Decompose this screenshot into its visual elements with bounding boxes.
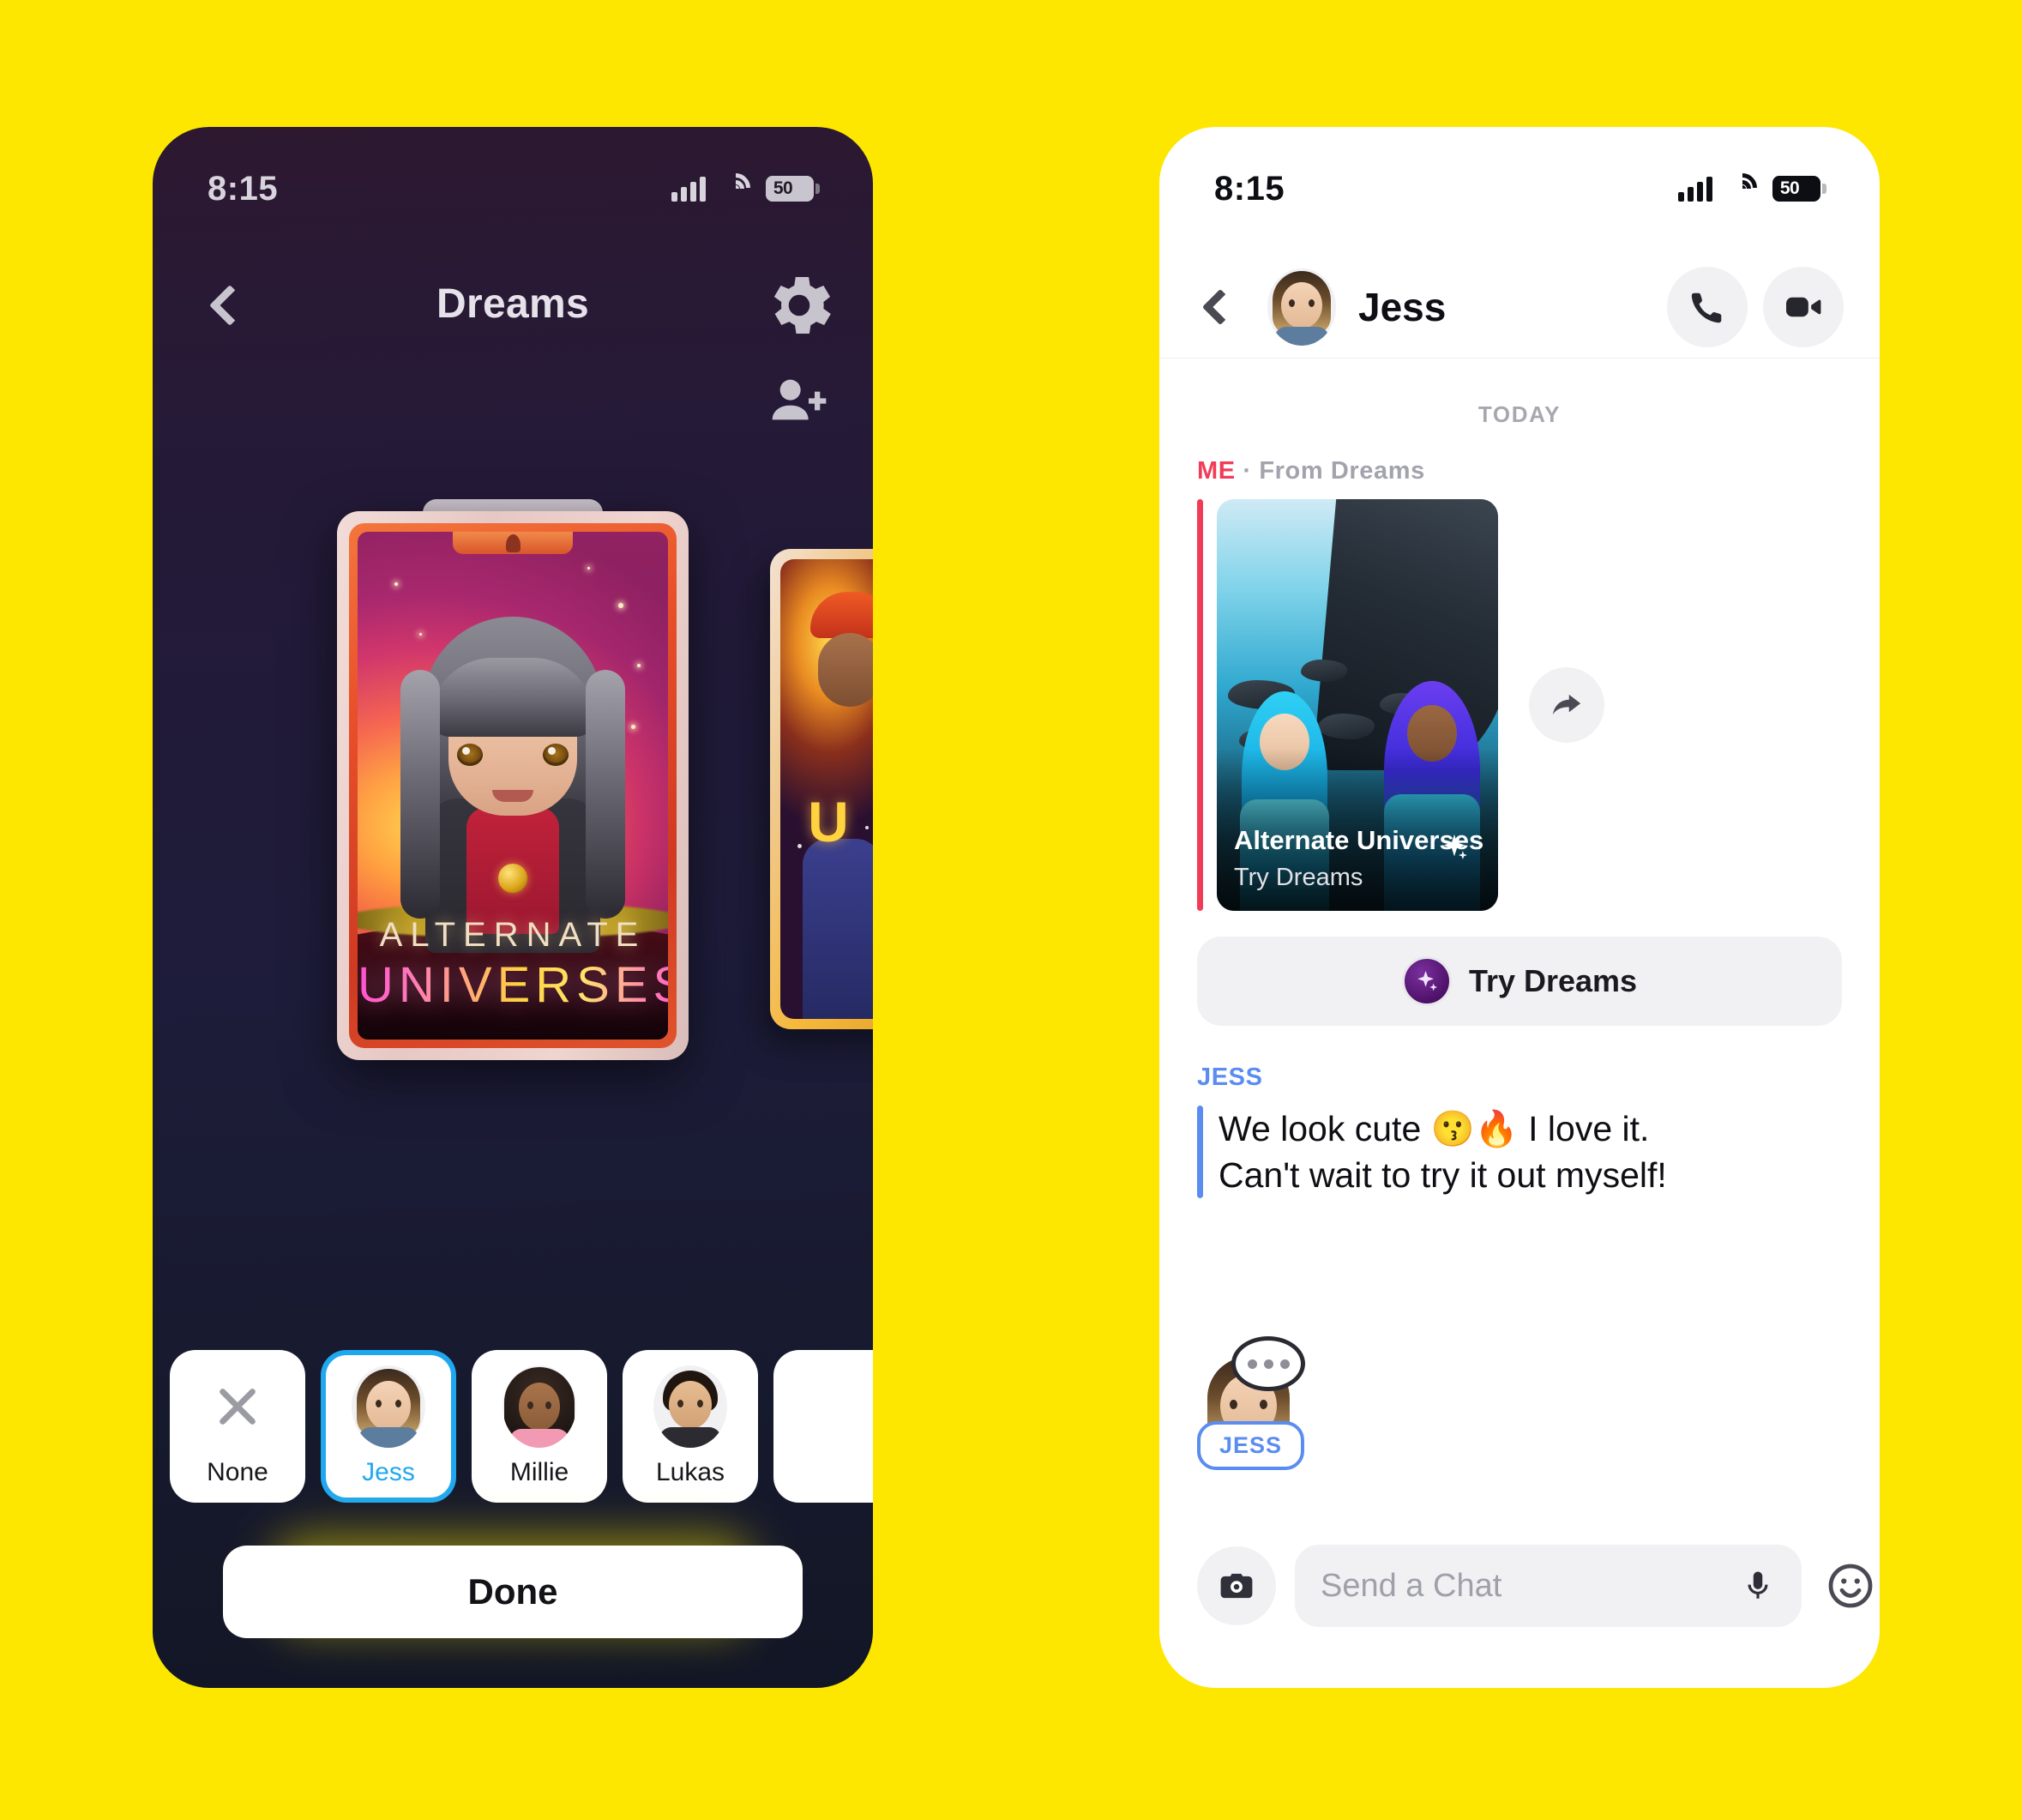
received-message-block: JESS We look cute 😗🔥 I love it. Can't wa… bbox=[1197, 1064, 1842, 1199]
received-message-row: We look cute 😗🔥 I love it. Can't wait to… bbox=[1197, 1106, 1842, 1199]
card-notch bbox=[453, 532, 573, 554]
friend-tile-lukas[interactable]: Lukas bbox=[623, 1350, 758, 1503]
message-line-1: We look cute 😗🔥 I love it. bbox=[1219, 1109, 1650, 1148]
received-message-sender-line: JESS bbox=[1197, 1064, 1842, 1092]
friend-tile-jess[interactable]: Jess bbox=[321, 1350, 456, 1503]
message-accent-bar bbox=[1197, 499, 1203, 911]
message-line-2: Can't wait to try it out myself! bbox=[1219, 1155, 1667, 1196]
sender-separator: · bbox=[1243, 457, 1252, 485]
friend-tile-label: None bbox=[207, 1458, 268, 1486]
back-button[interactable] bbox=[1190, 273, 1250, 341]
next-card-art: U bbox=[780, 559, 873, 1019]
shared-dream-image[interactable]: Alternate Universes Try Dreams bbox=[1217, 499, 1498, 911]
typing-name-pill: JESS bbox=[1197, 1421, 1305, 1470]
card-title-line2: UNIVERSES bbox=[358, 957, 668, 1013]
voice-call-button[interactable] bbox=[1667, 266, 1748, 347]
status-bar: 8:15 50 bbox=[153, 127, 873, 221]
wifi-icon bbox=[1721, 166, 1764, 209]
x-icon bbox=[215, 1384, 260, 1429]
page-title: Dreams bbox=[436, 280, 589, 327]
chat-message-list: TODAY ME · From Dreams Alternate Univers… bbox=[1159, 360, 1880, 1491]
next-card-title-fragment: U bbox=[808, 790, 849, 853]
gear-icon bbox=[773, 277, 831, 334]
battery-level: 50 bbox=[768, 176, 797, 202]
received-message-text: We look cute 😗🔥 I love it. Can't wait to… bbox=[1219, 1106, 1667, 1198]
message-accent-bar bbox=[1197, 1106, 1203, 1199]
card-title-line1: ALTERNATE bbox=[379, 916, 647, 954]
try-dreams-label: Try Dreams bbox=[1468, 963, 1638, 998]
friend-selector-strip[interactable]: None Jess Millie Lukas bbox=[153, 1345, 873, 1508]
avatar bbox=[502, 1365, 576, 1448]
day-separator: TODAY bbox=[1477, 401, 1562, 427]
avatar bbox=[653, 1365, 727, 1448]
try-dreams-button[interactable]: Try Dreams bbox=[1197, 937, 1842, 1026]
video-camera-icon bbox=[1786, 297, 1821, 316]
share-arrow-icon bbox=[1552, 694, 1581, 714]
screenshot-canvas: 8:15 50 Dreams U ALTERNATE UNIVERSES Non… bbox=[0, 0, 2022, 1820]
avatar bbox=[352, 1365, 425, 1448]
left-phone-dreams-screen: 8:15 50 Dreams U ALTERNATE UNIVERSES Non… bbox=[153, 127, 873, 1688]
microphone-icon[interactable] bbox=[1740, 1568, 1776, 1604]
media-title: Alternate Universes bbox=[1234, 825, 1484, 855]
sender-jess-label: JESS bbox=[1197, 1064, 1263, 1091]
friend-tile-none[interactable]: None bbox=[170, 1350, 305, 1503]
status-time: 8:15 bbox=[208, 169, 279, 208]
add-person-icon bbox=[772, 379, 827, 420]
card-frame: ALTERNATE UNIVERSES bbox=[337, 511, 689, 1060]
sent-message-sender-line: ME · From Dreams bbox=[1197, 457, 1842, 485]
battery-level: 50 bbox=[1775, 176, 1804, 202]
share-button[interactable] bbox=[1529, 667, 1604, 743]
settings-button[interactable] bbox=[760, 266, 839, 345]
right-phone-chat-screen: 8:15 50 Jess TODAY ME · From Dreams Alte… bbox=[1159, 127, 1880, 1688]
card-artwork: ALTERNATE UNIVERSES bbox=[358, 532, 668, 1040]
card-avatar-figure bbox=[400, 610, 625, 954]
friend-tile-millie[interactable]: Millie bbox=[472, 1350, 607, 1503]
message-source-label: From Dreams bbox=[1259, 457, 1425, 485]
snapchat-ghost-icon bbox=[505, 533, 521, 552]
phone-call-icon bbox=[1691, 292, 1722, 322]
status-bar: 8:15 50 bbox=[1159, 127, 1880, 221]
search-input[interactable] bbox=[1321, 1567, 1740, 1605]
next-card-preview[interactable]: U bbox=[770, 549, 873, 1029]
sparkle-badge bbox=[1401, 956, 1452, 1006]
sent-media-row: Alternate Universes Try Dreams bbox=[1197, 499, 1842, 911]
chat-composer bbox=[1159, 1530, 1880, 1642]
back-chevron-icon bbox=[1201, 288, 1239, 325]
video-call-button[interactable] bbox=[1763, 266, 1844, 347]
emoji-button[interactable] bbox=[1820, 1556, 1880, 1616]
battery-icon: 50 bbox=[1772, 176, 1826, 202]
sparkle-icon bbox=[1417, 970, 1437, 991]
friend-tile-label: Lukas bbox=[655, 1458, 725, 1486]
card-carousel[interactable]: U ALTERNATE UNIVERSES bbox=[153, 470, 873, 1345]
cellular-bars-icon bbox=[671, 176, 706, 202]
cellular-bars-icon bbox=[1678, 176, 1712, 202]
chat-header: Jess bbox=[1159, 256, 1880, 359]
friend-tile-partial[interactable] bbox=[773, 1350, 873, 1503]
friend-tile-label: Millie bbox=[509, 1458, 569, 1486]
dream-card-alternate-universes[interactable]: ALTERNATE UNIVERSES bbox=[337, 499, 689, 1060]
friend-tile-label: Jess bbox=[362, 1458, 415, 1486]
camera-button[interactable] bbox=[1197, 1546, 1276, 1625]
card-caption: ALTERNATE UNIVERSES bbox=[358, 916, 668, 1014]
camera-icon bbox=[1220, 1573, 1253, 1599]
done-button-area: Done bbox=[153, 1535, 873, 1638]
sender-me-label: ME bbox=[1197, 457, 1236, 485]
media-subtitle: Try Dreams bbox=[1234, 864, 1363, 891]
battery-icon: 50 bbox=[766, 176, 820, 202]
avatar[interactable] bbox=[1267, 268, 1336, 346]
smiley-icon bbox=[1828, 1564, 1873, 1608]
typing-bubble-icon bbox=[1231, 1336, 1305, 1391]
status-time: 8:15 bbox=[1214, 169, 1285, 208]
chat-contact-name: Jess bbox=[1358, 284, 1447, 329]
done-button[interactable]: Done bbox=[223, 1546, 803, 1638]
wifi-icon bbox=[714, 166, 757, 209]
card-bezel: ALTERNATE UNIVERSES bbox=[349, 523, 677, 1048]
add-friend-button[interactable] bbox=[763, 367, 832, 436]
chat-input-wrapper[interactable] bbox=[1295, 1545, 1802, 1627]
typing-indicator: JESS bbox=[1197, 1336, 1326, 1470]
